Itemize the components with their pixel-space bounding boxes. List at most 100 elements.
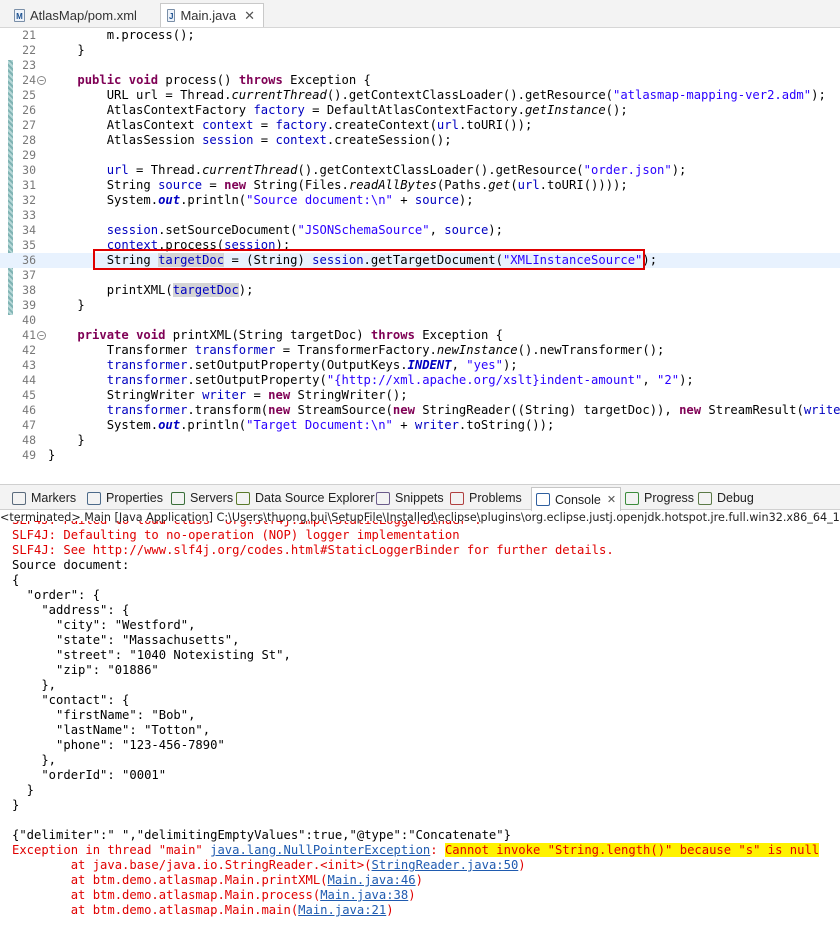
close-icon[interactable]: ✕ xyxy=(244,8,255,24)
line-number: 47 xyxy=(22,418,36,432)
console-line: Exception in thread "main" java.lang.Nul… xyxy=(12,843,820,857)
line-number: 38 xyxy=(22,283,36,297)
code-line[interactable]: 25 URL url = Thread.currentThread().getC… xyxy=(0,88,840,103)
code-line[interactable]: 32 System.out.println("Source document:\… xyxy=(0,193,840,208)
code-text: private void printXML(String targetDoc) … xyxy=(77,328,503,342)
tab-main-java[interactable]: J Main.java ✕ xyxy=(160,3,264,27)
console-line: "orderId": "0001" xyxy=(12,768,167,782)
line-number: 43 xyxy=(22,358,36,372)
code-line[interactable]: 49} xyxy=(0,448,840,463)
fold-toggle-icon[interactable]: − xyxy=(37,331,46,340)
line-number: 45 xyxy=(22,388,36,402)
code-text: } xyxy=(48,448,56,462)
code-text: public void process() throws Exception { xyxy=(77,73,371,87)
console-icon xyxy=(536,493,550,506)
code-line[interactable]: 23 xyxy=(0,58,840,73)
tab-pom-xml[interactable]: M AtlasMap/pom.xml xyxy=(8,3,160,27)
snippets-icon xyxy=(376,491,390,505)
line-number: 39 xyxy=(22,298,36,312)
console-line: } xyxy=(12,783,35,797)
code-line[interactable]: 47 System.out.println("Target Document:\… xyxy=(0,418,840,433)
code-line[interactable]: 26 AtlasContextFactory factory = Default… xyxy=(0,103,840,118)
line-number: 26 xyxy=(22,103,36,117)
view-tab-label: Debug xyxy=(717,491,754,505)
code-line[interactable]: 48 } xyxy=(0,433,840,448)
console-line: at btm.demo.atlasmap.Main.main(Main.java… xyxy=(12,903,394,917)
code-text: transformer.setOutputProperty(OutputKeys… xyxy=(106,358,518,372)
code-line[interactable]: 21 m.process(); xyxy=(0,28,840,43)
code-line[interactable]: 40 xyxy=(0,313,840,328)
code-line[interactable]: 42 Transformer transformer = Transformer… xyxy=(0,343,840,358)
code-line[interactable]: 24− public void process() throws Excepti… xyxy=(0,73,840,88)
progress-icon xyxy=(625,491,639,505)
java-file-icon: J xyxy=(167,9,176,22)
debug-icon xyxy=(698,491,712,505)
line-number: 25 xyxy=(22,88,36,102)
close-icon[interactable]: ✕ xyxy=(607,493,616,506)
view-tab-data-source-explorer[interactable]: Data Source Explorer xyxy=(236,488,375,508)
console-line: Source document: xyxy=(12,558,130,572)
line-number: 42 xyxy=(22,343,36,357)
console-line: "street": "1040 Notexisting St", xyxy=(12,648,291,662)
view-tab-problems[interactable]: Problems xyxy=(450,488,522,508)
code-text: AtlasContext context = factory.createCon… xyxy=(48,118,533,132)
properties-icon xyxy=(87,491,101,505)
code-line[interactable]: 38 printXML(targetDoc); xyxy=(0,283,840,298)
console-line: "contact": { xyxy=(12,693,130,707)
view-tab-label: Console xyxy=(555,492,601,507)
view-tab-console[interactable]: Console ✕ xyxy=(531,487,622,511)
view-tab-label: Progress xyxy=(644,491,695,505)
line-number: 34 xyxy=(22,223,36,237)
code-text: String source = new String(Files.readAll… xyxy=(48,178,628,192)
console-line: at btm.demo.atlasmap.Main.printXML(Main.… xyxy=(12,873,423,887)
console-line: }, xyxy=(12,678,57,692)
code-line[interactable]: 22 } xyxy=(0,43,840,58)
console-line: "address": { xyxy=(12,603,130,617)
code-line[interactable]: 37 xyxy=(0,268,840,283)
code-text: session.setSourceDocument("JSONSchemaSou… xyxy=(106,223,503,237)
view-tab-servers[interactable]: Servers xyxy=(171,488,233,508)
line-number: 30 xyxy=(22,163,36,177)
view-tab-markers[interactable]: Markers xyxy=(12,488,76,508)
line-number: 22 xyxy=(22,43,36,57)
view-tab-progress[interactable]: Progress xyxy=(625,488,694,508)
console-line: "phone": "123-456-7890" xyxy=(12,738,225,752)
line-number: 21 xyxy=(22,28,36,42)
view-tab-properties[interactable]: Properties xyxy=(87,488,163,508)
line-number: 31 xyxy=(22,178,36,192)
console-line: }, xyxy=(12,753,57,767)
code-text: } xyxy=(48,433,85,447)
line-number: 44 xyxy=(22,373,36,387)
line-number: 37 xyxy=(22,268,36,282)
view-tab-label: Servers xyxy=(190,491,234,505)
line-number: 49 xyxy=(22,448,36,462)
view-tab-debug[interactable]: Debug xyxy=(698,488,754,508)
line-number: 36 xyxy=(22,253,36,267)
console-line: } xyxy=(12,798,20,812)
code-line[interactable]: 29 xyxy=(0,148,840,163)
code-line[interactable]: 45 StringWriter writer = new StringWrite… xyxy=(0,388,840,403)
console-line: "city": "Westford", xyxy=(12,618,196,632)
code-line[interactable]: 30 url = Thread.currentThread().getConte… xyxy=(0,163,840,178)
code-line[interactable]: 34 session.setSourceDocument("JSONSchema… xyxy=(0,223,840,238)
line-number: 46 xyxy=(22,403,36,417)
code-line[interactable]: 31 String source = new String(Files.read… xyxy=(0,178,840,193)
code-line[interactable]: 43 transformer.setOutputProperty(OutputK… xyxy=(0,358,840,373)
fold-toggle-icon[interactable]: − xyxy=(37,76,46,85)
code-line[interactable]: 41− private void printXML(String targetD… xyxy=(0,328,840,343)
code-line[interactable]: 39 } xyxy=(0,298,840,313)
console-output[interactable]: SLF4J: Failed to load class "org.slf4j.i… xyxy=(0,521,840,931)
code-line[interactable]: 44 transformer.setOutputProperty("{http:… xyxy=(0,373,840,388)
problems-icon xyxy=(450,491,464,505)
code-line[interactable]: 27 AtlasContext context = factory.create… xyxy=(0,118,840,133)
code-text: url = Thread.currentThread().getContextC… xyxy=(106,163,687,177)
view-tab-snippets[interactable]: Snippets xyxy=(376,488,444,508)
line-number: 41 xyxy=(22,328,36,342)
xml-file-icon: M xyxy=(14,8,25,22)
code-line[interactable]: 28 AtlasSession session = context.create… xyxy=(0,133,840,148)
console-line: SLF4J: Failed to load class "org.slf4j.i… xyxy=(12,521,482,528)
console-line: "lastName": "Totton", xyxy=(12,723,211,737)
code-line[interactable]: 33 xyxy=(0,208,840,223)
code-text: URL url = Thread.currentThread().getCont… xyxy=(48,88,826,102)
code-line[interactable]: 46 transformer.transform(new StreamSourc… xyxy=(0,403,840,418)
